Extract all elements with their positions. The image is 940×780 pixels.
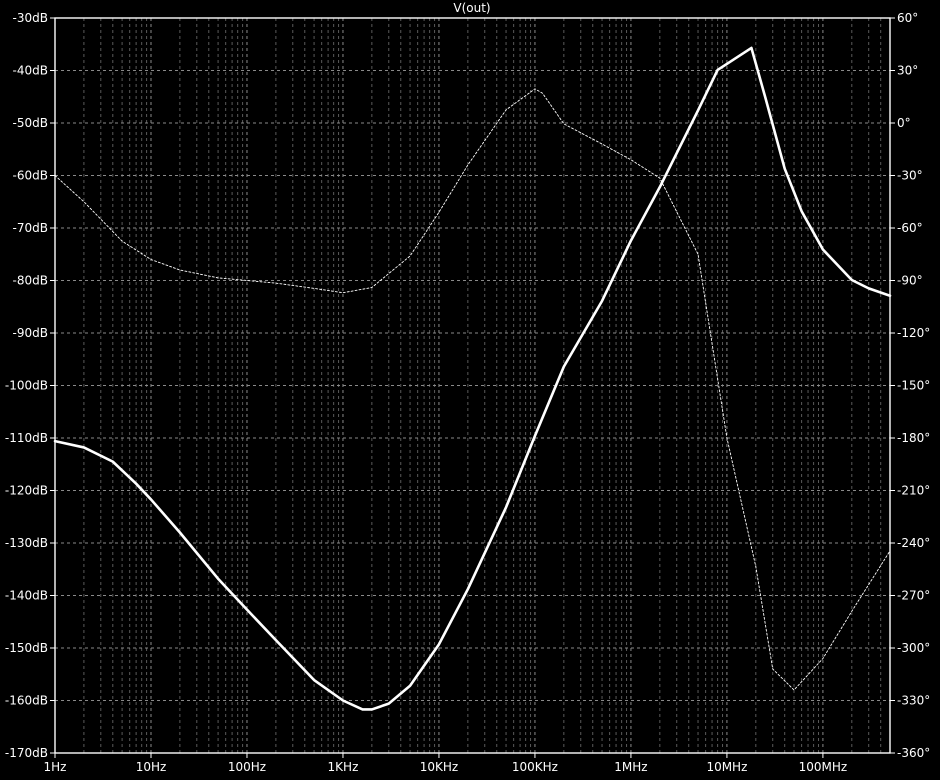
y-left-tick-label: -140dB [5,589,48,603]
x-tick-label: 1MHz [614,760,647,774]
y-right-tick-label: -330° [897,694,930,708]
y-right-tick-label: -180° [897,431,930,445]
y-right-tick-label: 0° [897,116,911,130]
y-left-tick-label: -110dB [5,431,48,445]
y-left-tick-label: -50dB [13,116,48,130]
x-tick-label: 100KHz [512,760,558,774]
y-left-tick-label: -70dB [13,221,48,235]
x-tick-label: 10KHz [420,760,458,774]
y-left-tick-label: -120dB [5,484,48,498]
y-left-tick-label: -30dB [13,11,48,25]
y-right-tick-label: -90° [897,274,923,288]
x-tick-label: 100Hz [228,760,266,774]
y-left-tick-label: -100dB [5,379,48,393]
y-right-tick-label: -360° [897,746,930,760]
y-right-tick-label: -210° [897,484,930,498]
x-tick-label: 1Hz [44,760,67,774]
y-left-tick-label: -60dB [13,169,48,183]
chart-title: V(out) [453,1,490,15]
y-left-tick-label: -80dB [13,274,48,288]
y-left-tick-label: -160dB [5,694,48,708]
y-left-tick-label: -130dB [5,536,48,550]
y-right-tick-label: 60° [897,11,918,25]
x-tick-label: 10Hz [136,760,167,774]
y-left-tick-label: -170dB [5,746,48,760]
x-tick-label: 100MHz [799,760,848,774]
plot-background [0,0,940,780]
x-tick-label: 1KHz [328,760,359,774]
y-left-tick-label: -90dB [13,326,48,340]
y-right-tick-label: -60° [897,221,923,235]
y-left-tick-label: -150dB [5,641,48,655]
y-left-tick-label: -40dB [13,64,48,78]
y-right-tick-label: -150° [897,379,930,393]
y-right-tick-label: 30° [897,64,918,78]
x-tick-label: 10MHz [706,760,747,774]
y-right-tick-label: -120° [897,326,930,340]
y-right-tick-label: -30° [897,169,923,183]
y-right-tick-label: -270° [897,589,930,603]
y-right-tick-label: -300° [897,641,930,655]
bode-plot: V(out) -30dB -40dB -50dB -60dB -70dB -80dB -90… [0,0,940,780]
y-right-tick-label: -240° [897,536,930,550]
